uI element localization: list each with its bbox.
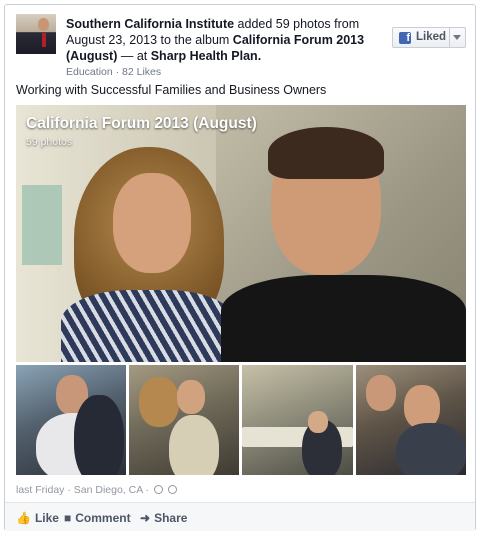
thumb-face: [308, 411, 328, 433]
comment-icon: ■: [64, 511, 72, 525]
globe-icon[interactable]: [167, 485, 177, 494]
liked-button-label: Liked: [416, 31, 447, 43]
thumbnail-photo-2[interactable]: [129, 365, 239, 475]
thumb-face: [177, 380, 205, 414]
clock-icon: [153, 485, 163, 494]
share-label: Share: [154, 511, 188, 525]
photo-person-1-top: [61, 290, 236, 362]
button-divider: [449, 28, 450, 47]
share-button[interactable]: ➜ Share: [140, 511, 187, 525]
main-photo[interactable]: California Forum 2013 (August) 59 photos: [16, 105, 466, 362]
thumb-face: [366, 375, 396, 411]
story-header: Southern California Institute added 59 p…: [16, 14, 466, 80]
album-photos: California Forum 2013 (August) 59 photos: [16, 105, 466, 475]
actor-link[interactable]: Southern California Institute: [66, 17, 234, 31]
facebook-icon: f: [399, 32, 411, 44]
page-meta: Education · 82 Likes: [66, 66, 162, 78]
story-text: Southern California Institute added 59 p…: [66, 16, 386, 64]
story-message: Working with Successful Families and Bus…: [16, 83, 327, 97]
photo-person-2-hair: [268, 127, 384, 179]
thumbnail-photo-1[interactable]: [16, 365, 126, 475]
thumbnail-photo-3[interactable]: [242, 365, 353, 475]
photo-window: [22, 185, 62, 265]
thumb-jacket: [396, 423, 466, 475]
page-avatar[interactable]: [16, 14, 56, 54]
thumb-jacket: [74, 395, 124, 475]
post-timestamp: last Friday · San Diego, CA ·: [16, 484, 177, 496]
timestamp-text[interactable]: last Friday · San Diego, CA ·: [16, 484, 149, 496]
photo-person-1-face: [113, 173, 191, 273]
photo-person-2-shirt: [221, 275, 466, 362]
share-icon: ➜: [140, 511, 151, 525]
album-photo-count: 59 photos: [26, 136, 73, 148]
comment-button[interactable]: ■ Comment: [64, 511, 131, 525]
liked-button[interactable]: f Liked: [392, 27, 466, 48]
like-label: Like: [34, 511, 59, 525]
caret-down-icon[interactable]: [453, 35, 461, 40]
story-text-2: — at: [117, 49, 151, 63]
comment-label: Comment: [75, 511, 131, 525]
thumb-suit: [169, 415, 219, 475]
like-icon: 👍: [16, 511, 31, 525]
thumb-hair: [139, 377, 179, 427]
place-link[interactable]: Sharp Health Plan.: [151, 49, 261, 63]
thumbnail-photo-4[interactable]: [356, 365, 466, 475]
like-button[interactable]: 👍 Like: [16, 511, 59, 525]
avatar-face: [38, 18, 49, 31]
action-bar: 👍 Like ■ Comment ➜ Share: [5, 502, 475, 531]
feed-story-card: Southern California Institute added 59 p…: [4, 4, 476, 531]
album-title[interactable]: California Forum 2013 (August): [26, 115, 257, 133]
avatar-tie: [42, 33, 46, 47]
